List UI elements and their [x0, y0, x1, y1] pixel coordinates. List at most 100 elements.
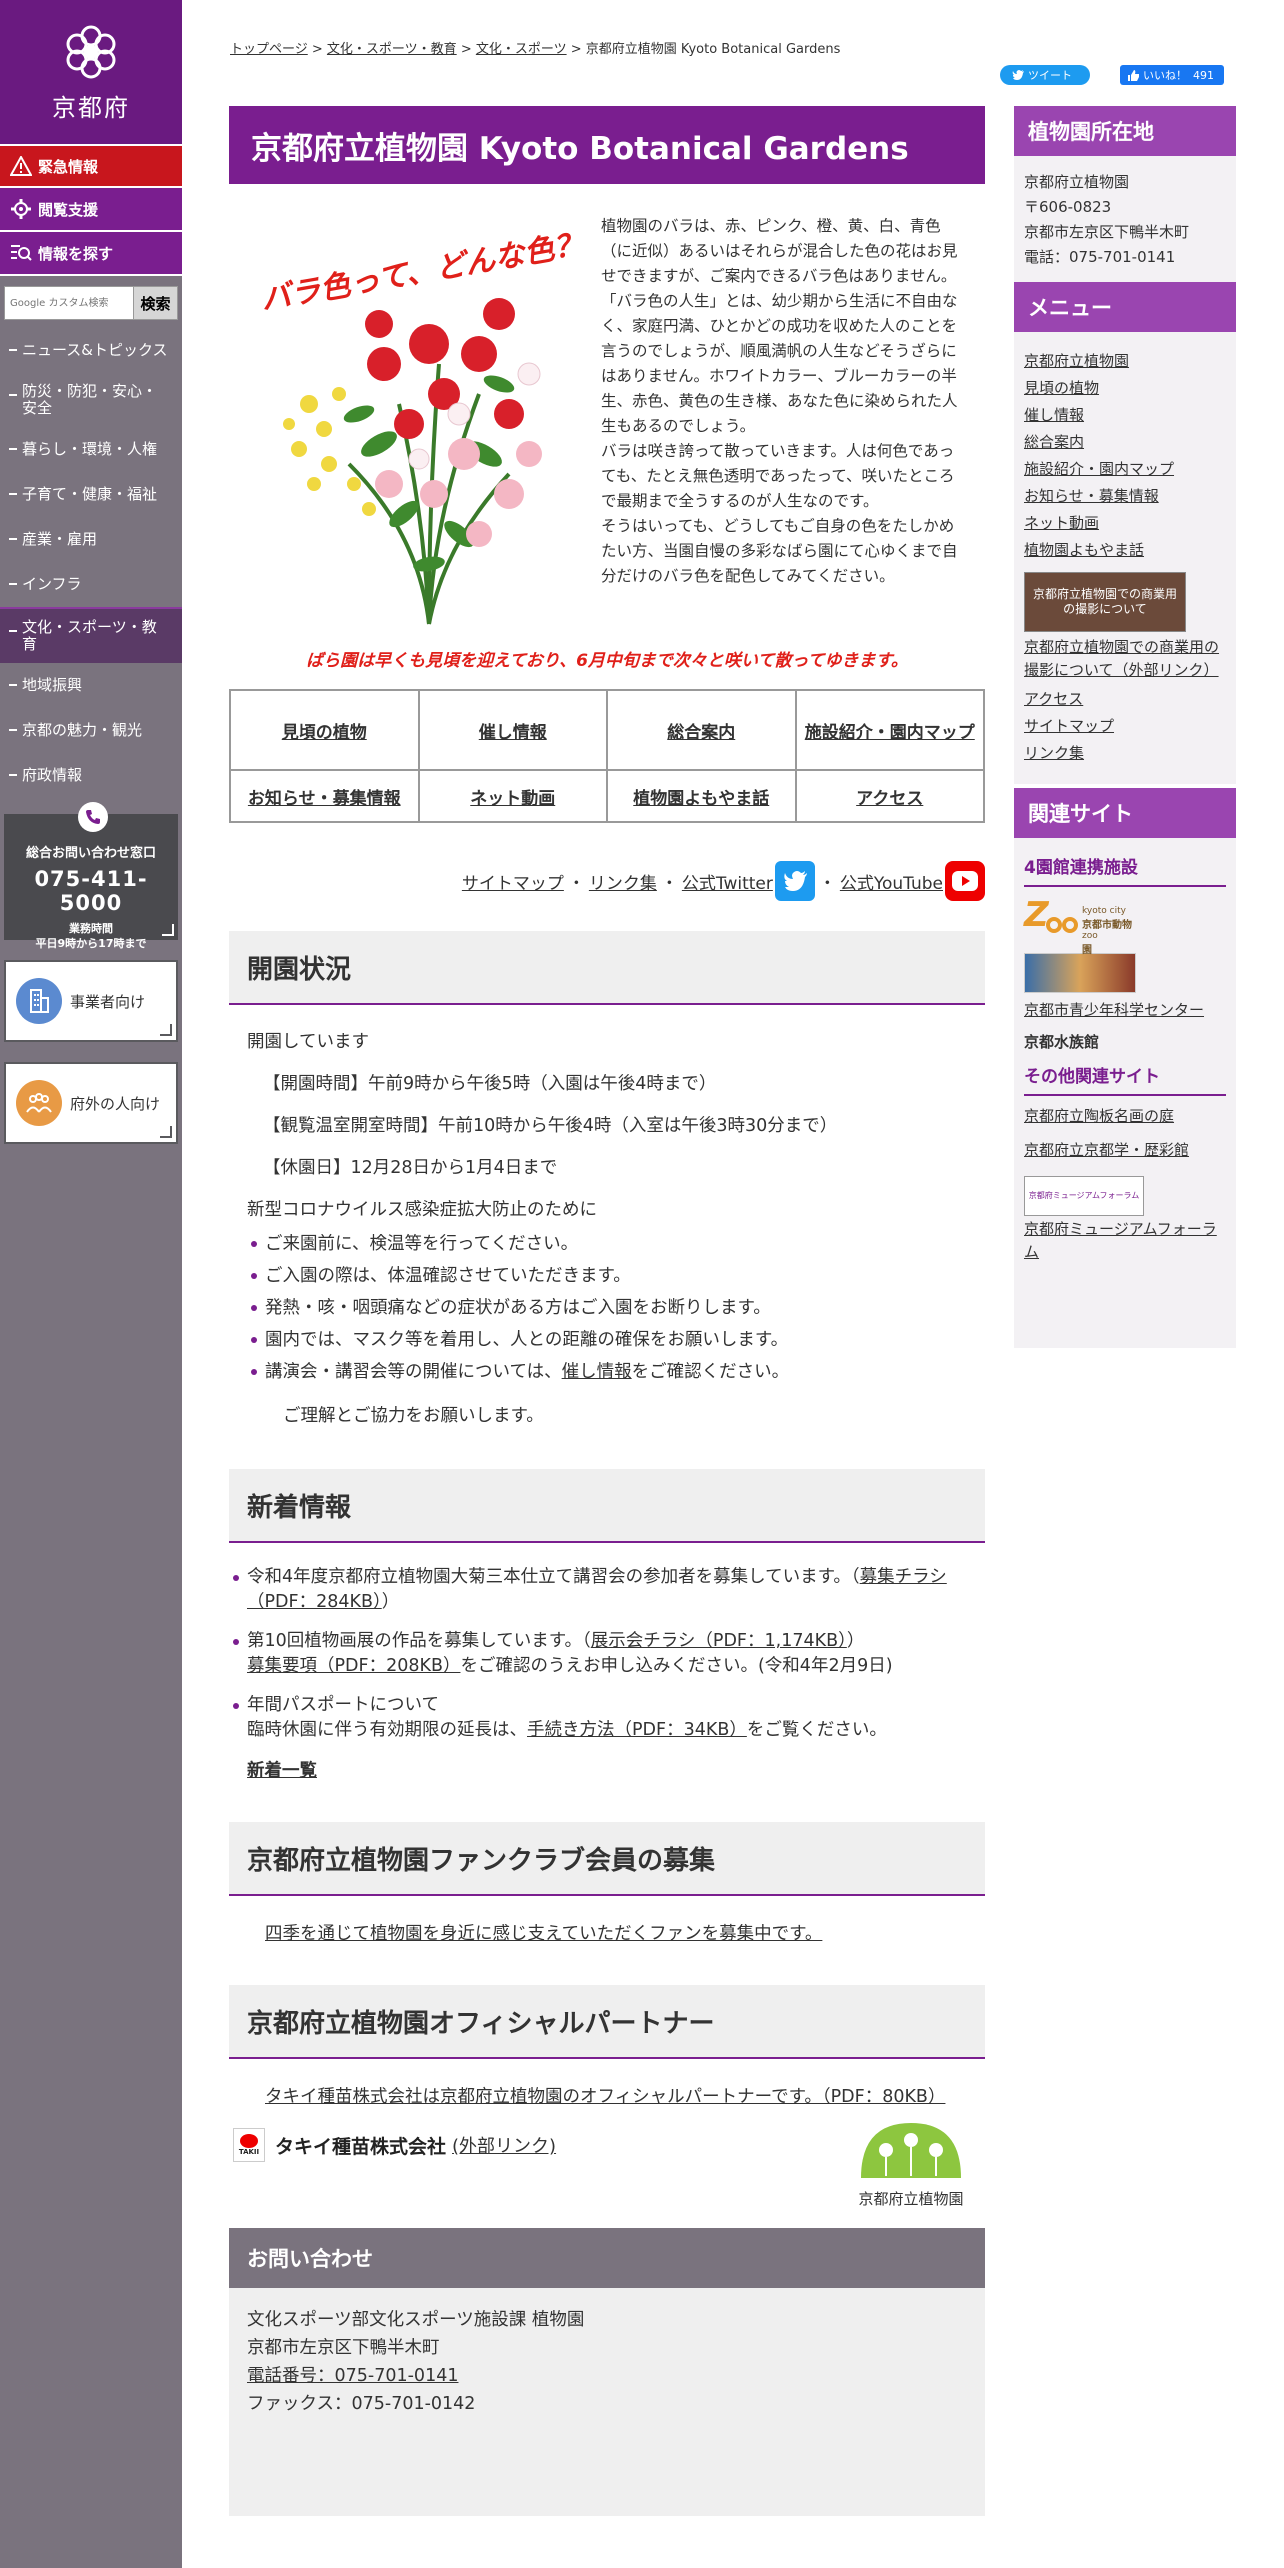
menu-link-general[interactable]: 総合案内	[1024, 432, 1226, 452]
sidebar-item-culture[interactable]: 文化・スポーツ・教育	[0, 607, 182, 663]
opening-hours: 【開園時間】午前9時から午後5時（入園は午後4時まで）	[263, 1074, 717, 1094]
outside-audience-link[interactable]: 府外の人向け	[4, 1062, 178, 1144]
ceramic-garden-link[interactable]: 京都府立陶板名画の庭	[1024, 1106, 1226, 1126]
menu-link-videos[interactable]: ネット動画	[1024, 513, 1226, 533]
list-item: 園内では、マスク等を着用し、人との距離の確保をお願いします。	[247, 1329, 967, 1351]
procedure-link[interactable]: 手続き方法（PDF：34KB）	[527, 1720, 747, 1740]
menu-link-access[interactable]: アクセス	[1024, 689, 1226, 709]
tweet-label: ツイート	[1028, 69, 1072, 82]
open-status-text: 開園しています	[247, 1032, 369, 1052]
partner-external-link[interactable]: (外部リンク)	[452, 2132, 556, 2158]
kyoto-zoo-logo[interactable]: Z kyoto city zoo 京都市動物園	[1024, 897, 1136, 956]
menu-link-links[interactable]: リンク集	[1024, 743, 1226, 763]
nav-link-facility-map[interactable]: 施設紹介・園内マップ	[805, 723, 975, 743]
intro-paragraph-2: 「バラ色の人生」とは、幼少期から生活に不自由なく、家庭円満、ひとかどの成功を収め…	[601, 292, 958, 435]
science-center-link[interactable]: 京都市青少年科学センター	[1024, 1000, 1226, 1020]
nav-link-notices[interactable]: お知らせ・募集情報	[248, 789, 401, 809]
official-youtube-link[interactable]: 公式YouTube	[840, 869, 943, 894]
sidebar-item-news[interactable]: ニュース&トピックス	[0, 328, 182, 373]
business-audience-link[interactable]: 事業者向け	[4, 960, 178, 1042]
museum-forum-link[interactable]: 京都府ミュージアムフォーラム	[1024, 1218, 1226, 1264]
site-search: 検索	[4, 286, 178, 320]
commercial-filming-banner[interactable]: 京都府立植物園での商業用の撮影について	[1024, 572, 1186, 632]
youtube-icon[interactable]	[945, 861, 985, 901]
menu-link-notices[interactable]: お知らせ・募集情報	[1024, 486, 1226, 506]
people-icon	[16, 1080, 62, 1126]
sidebar-item-government[interactable]: 府政情報	[0, 753, 182, 798]
status-heading: 開園状況	[229, 931, 985, 1005]
breadcrumb: トップページ > 文化・スポーツ・教育 > 文化・スポーツ > 京都府立植物園 …	[230, 42, 841, 57]
status-section: 開園状況 開園しています 【開園時間】午前9時から午後5時（入園は午後4時まで）…	[229, 931, 985, 1427]
guidelines-link[interactable]: 募集要項（PDF：208KB）	[247, 1656, 460, 1676]
breadcrumb-link-top[interactable]: トップページ	[230, 42, 308, 57]
sidebar-item-childcare[interactable]: 子育て・健康・福祉	[0, 472, 182, 517]
breadcrumb-link-culture-edu[interactable]: 文化・スポーツ・教育	[327, 42, 457, 57]
official-twitter-link[interactable]: 公式Twitter	[682, 869, 773, 894]
partner-section: 京都府立植物園オフィシャルパートナー タキイ種苗株式会社は京都府立植物園のオフィ…	[229, 1985, 985, 2228]
nav-link-general-info[interactable]: 総合案内	[667, 723, 735, 743]
four-museum-heading: 4園館連携施設	[1024, 856, 1226, 887]
other-sites-heading: その他関連サイト	[1024, 1065, 1226, 1096]
garden-logo: 京都府立植物園	[851, 2118, 971, 2209]
support-label: 閲覧支援	[38, 200, 99, 219]
twitter-icon[interactable]	[774, 861, 815, 901]
nav-link-stories[interactable]: 植物園よもやま話	[633, 789, 769, 809]
sidebar-item-industry[interactable]: 産業・雇用	[0, 517, 182, 562]
menu-link-stories[interactable]: 植物園よもやま話	[1024, 540, 1226, 560]
menu-link-sitemap[interactable]: サイトマップ	[1024, 716, 1226, 736]
list-item: 講演会・講習会等の開催については、催し情報をご確認ください。	[247, 1361, 967, 1383]
corner-arrow-icon	[162, 924, 174, 936]
tweet-button[interactable]: ツイート	[1000, 65, 1090, 85]
nav-link-videos[interactable]: ネット動画	[470, 789, 555, 809]
like-button[interactable]: いいね！ 491	[1120, 65, 1224, 85]
nav-link-access[interactable]: アクセス	[856, 789, 923, 809]
search-input[interactable]	[4, 286, 134, 320]
museum-forum-banner[interactable]: 京都府ミュージアムフォーラム	[1024, 1176, 1144, 1216]
sidebar-item-living[interactable]: 暮らし・環境・人権	[0, 427, 182, 472]
events-info-link[interactable]: 催し情報	[562, 1362, 632, 1382]
menu-link-seasonal[interactable]: 見頃の植物	[1024, 378, 1226, 398]
sidebar-item-tourism[interactable]: 京都の魅力・観光	[0, 708, 182, 753]
partner-pdf-link[interactable]: タキイ種苗株式会社は京都府立植物園のオフィシャルパートナーです。（PDF：80K…	[265, 2087, 945, 2107]
search-button[interactable]: 検索	[134, 286, 178, 320]
related-sites: 4園館連携施設 Z kyoto city zoo 京都市動物園 京都市青少年科学…	[1014, 838, 1236, 1348]
nav-link-seasonal-plants[interactable]: 見頃の植物	[282, 723, 367, 743]
menu-link-events[interactable]: 催し情報	[1024, 405, 1226, 425]
fanclub-section: 京都府立植物園ファンクラブ会員の募集 四季を通じて植物園を身近に感じ支えていただ…	[229, 1822, 985, 1945]
sidebar-item-disaster[interactable]: 防災・防犯・安心・安全	[0, 373, 182, 427]
intro-paragraph-3: バラは咲き誇って散っていきます。人は何色であっても、たとえ無色透明であったって、…	[601, 442, 955, 510]
site-logo[interactable]: 京都府	[0, 0, 182, 144]
find-info-button[interactable]: 情報を探す	[0, 232, 182, 276]
list-item: 第10回植物画展の作品を募集しています。（展示会チラシ（PDF：1,174KB）…	[229, 1629, 985, 1679]
like-label: いいね！	[1143, 69, 1187, 82]
thanks-text: ご理解とご協力をお願いします。	[283, 1406, 544, 1426]
find-label: 情報を探す	[38, 244, 114, 263]
sidebar-item-regional[interactable]: 地域振興	[0, 663, 182, 708]
like-count: 491	[1193, 68, 1214, 82]
inquiry-department: 文化スポーツ部文化スポーツ施設課 植物園	[247, 2310, 585, 2330]
inquiry-phone-link[interactable]: 電話番号：075-701-0141	[247, 2366, 458, 2386]
emergency-info-button[interactable]: 緊急情報	[0, 144, 182, 188]
link-collection-link[interactable]: リンク集	[589, 869, 657, 894]
intro-section: バラ色って、どんな色？ 植物園のバラは、赤、ピンク、橙、黄、白、青色（に近似）あ…	[229, 214, 985, 634]
kyoto-history-link[interactable]: 京都府立京都学・歴彩館	[1024, 1140, 1226, 1160]
warning-icon	[10, 155, 32, 177]
sidebar-item-infra[interactable]: インフラ	[0, 562, 182, 607]
news-list-link[interactable]: 新着一覧	[247, 1761, 317, 1781]
general-contact-box[interactable]: 総合お問い合わせ窓口 075-411-5000 業務時間 平日9時から17時まで	[4, 802, 178, 950]
sidebar-nav: ニュース&トピックス 防災・防犯・安心・安全 暮らし・環境・人権 子育て・健康・…	[0, 328, 182, 798]
related-heading: 関連サイト	[1014, 788, 1236, 838]
breadcrumb-link-culture-sports[interactable]: 文化・スポーツ	[476, 42, 567, 57]
location-info: 京都府立植物園 〒606-0823 京都市左京区下鴨半木町 電話：075-701…	[1014, 156, 1236, 282]
exhibition-flyer-link[interactable]: 展示会チラシ（PDF：1,174KB）	[591, 1631, 847, 1651]
list-item: 発熱・咳・咽頭痛などの症状がある方はご入園をお断りします。	[247, 1297, 967, 1319]
nav-link-events[interactable]: 催し情報	[479, 723, 547, 743]
menu-link-garden[interactable]: 京都府立植物園	[1024, 351, 1226, 371]
phone-icon	[78, 802, 108, 832]
garden-logo-icon	[861, 2123, 961, 2178]
sitemap-link[interactable]: サイトマップ	[462, 869, 564, 894]
menu-link-facility[interactable]: 施設紹介・園内マップ	[1024, 459, 1226, 479]
commercial-filming-link[interactable]: 京都府立植物園での商業用の撮影について（外部リンク）	[1024, 636, 1226, 682]
accessibility-support-button[interactable]: 閲覧支援	[0, 188, 182, 232]
fanclub-link[interactable]: 四季を通じて植物園を身近に感じ支えていただくファンを募集中です。	[265, 1924, 822, 1944]
